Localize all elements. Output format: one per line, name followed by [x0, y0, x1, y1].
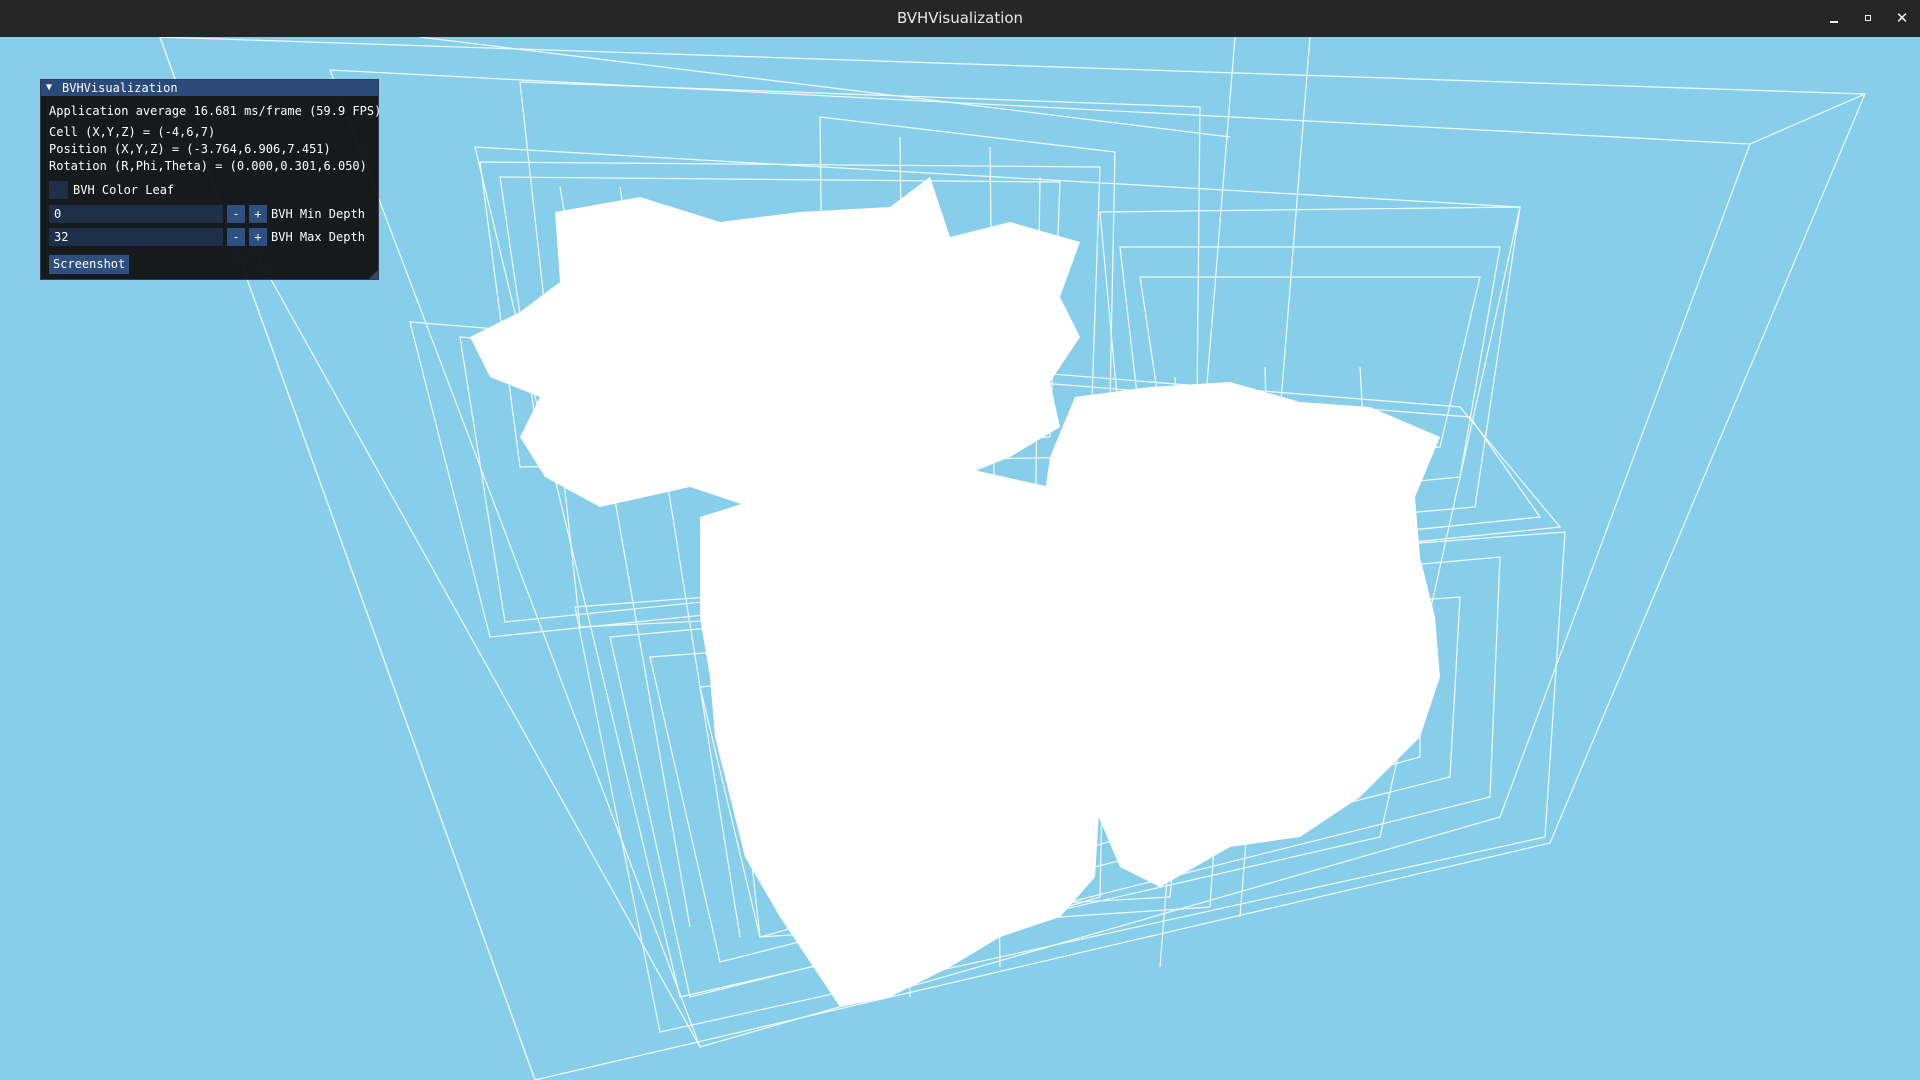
max-depth-input[interactable]	[49, 228, 223, 246]
minimize-icon[interactable]	[1823, 7, 1845, 29]
rotation-text: Rotation (R,Phi,Theta) = (0.000,0.301,6.…	[49, 159, 367, 173]
render-viewport[interactable]: ▼ BVHVisualization Application average 1…	[0, 37, 1920, 1080]
window-title: BVHVisualization	[896, 9, 1024, 27]
max-depth-decrement-button[interactable]: -	[227, 228, 245, 246]
min-depth-label: BVH Min Depth	[271, 207, 365, 221]
panel-header[interactable]: ▼ BVHVisualization	[41, 80, 378, 96]
fps-text: Application average 16.681 ms/frame (59.…	[49, 104, 382, 118]
title-bar: BVHVisualization ✕	[0, 0, 1920, 37]
min-depth-decrement-button[interactable]: -	[227, 205, 245, 223]
bvh-geometry	[470, 177, 1440, 1007]
color-leaf-label: BVH Color Leaf	[73, 183, 175, 197]
color-leaf-checkbox[interactable]	[49, 181, 68, 199]
resize-grip[interactable]	[369, 270, 378, 279]
bvh-visualization-panel[interactable]: ▼ BVHVisualization Application average 1…	[40, 79, 382, 280]
maximize-icon[interactable]	[1857, 7, 1879, 29]
min-depth-increment-button[interactable]: +	[249, 205, 267, 223]
cell-text: Cell (X,Y,Z) = (-4,6,7)	[49, 125, 216, 139]
screenshot-button[interactable]: Screenshot	[49, 255, 130, 274]
panel-title: BVHVisualization	[62, 81, 178, 95]
max-depth-increment-button[interactable]: +	[249, 228, 267, 246]
max-depth-label: BVH Max Depth	[271, 230, 365, 244]
close-icon[interactable]: ✕	[1891, 7, 1913, 29]
position-text: Position (X,Y,Z) = (-3.764,6.906,7.451)	[49, 142, 331, 156]
min-depth-input[interactable]	[49, 205, 223, 223]
collapse-icon[interactable]: ▼	[46, 81, 52, 95]
